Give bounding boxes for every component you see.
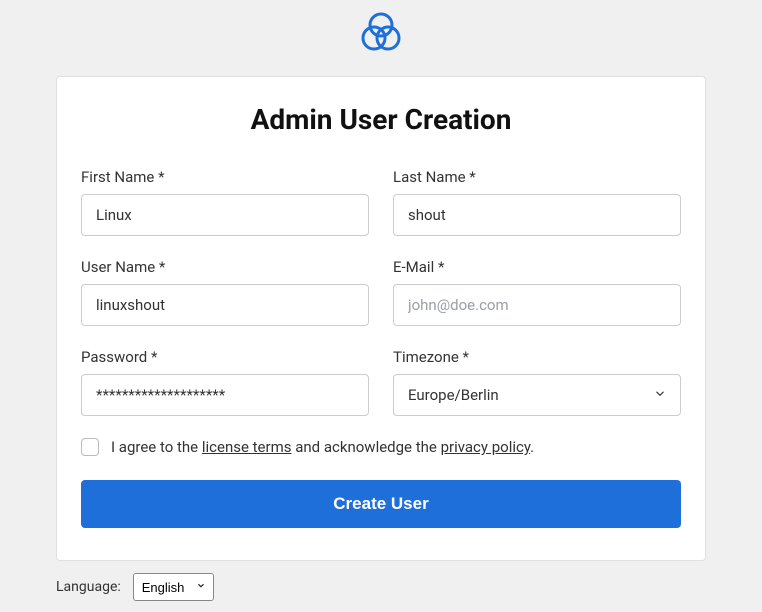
language-label: Language: [56, 579, 121, 595]
license-terms-link[interactable]: license terms [202, 438, 292, 456]
first-name-input[interactable] [81, 194, 369, 236]
page-title: Admin User Creation [81, 103, 681, 136]
email-input[interactable] [393, 284, 681, 326]
timezone-label: Timezone * [393, 348, 681, 366]
email-label: E-Mail * [393, 258, 681, 276]
logo-container [0, 0, 762, 76]
user-name-input[interactable] [81, 284, 369, 326]
agree-checkbox[interactable] [81, 438, 99, 456]
form-card: Admin User Creation First Name * Last Na… [56, 76, 706, 561]
last-name-input[interactable] [393, 194, 681, 236]
privacy-policy-link[interactable]: privacy policy [441, 438, 531, 456]
agree-label: I agree to the license terms and acknowl… [111, 438, 534, 456]
create-user-button[interactable]: Create User [81, 480, 681, 528]
footer: Language: English [56, 573, 706, 601]
password-input[interactable] [81, 374, 369, 416]
language-select[interactable]: English [133, 573, 214, 601]
user-name-label: User Name * [81, 258, 369, 276]
password-label: Password * [81, 348, 369, 366]
timezone-select[interactable]: Europe/Berlin [393, 374, 681, 416]
app-logo-icon [357, 8, 405, 60]
last-name-label: Last Name * [393, 168, 681, 186]
first-name-label: First Name * [81, 168, 369, 186]
